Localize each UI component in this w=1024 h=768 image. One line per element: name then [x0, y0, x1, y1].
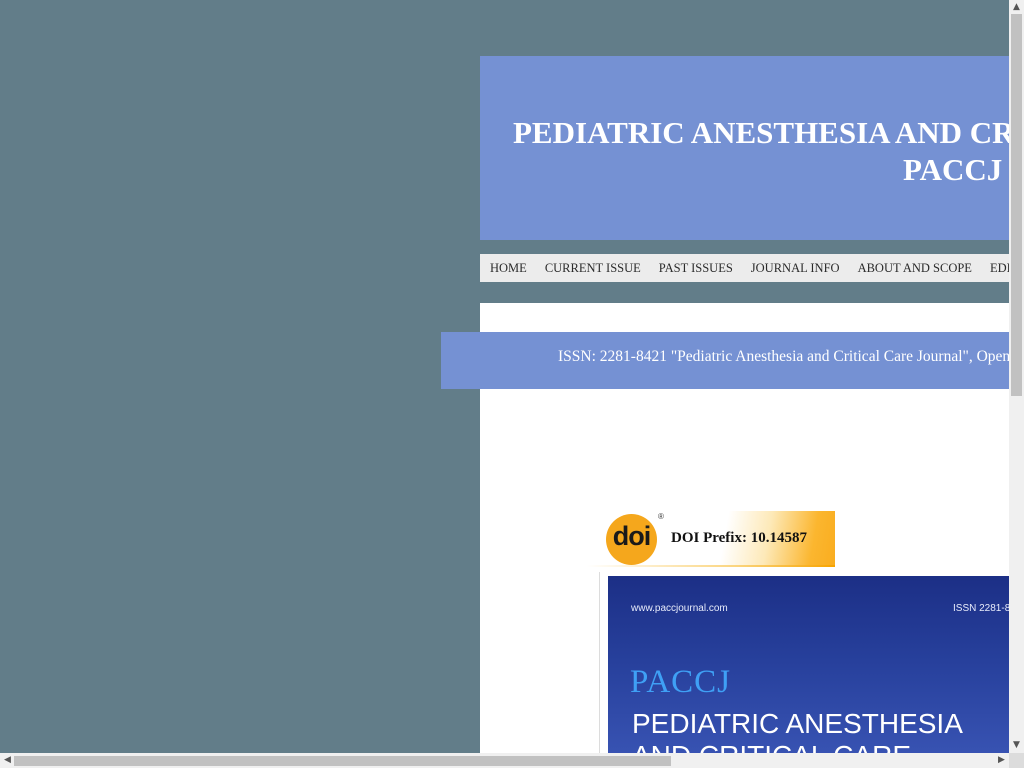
site-title-line2: PACCJ	[903, 152, 1003, 187]
nav-item-editorial-board[interactable]: EDITORIAL BOARD	[990, 261, 1009, 276]
doi-badge-underline	[587, 565, 835, 567]
vertical-scrollbar[interactable]: ▲ ▼	[1009, 0, 1024, 753]
nav-item-past-issues[interactable]: PAST ISSUES	[659, 261, 733, 276]
nav-item-about-and-scope[interactable]: ABOUT AND SCOPE	[858, 261, 972, 276]
doi-prefix-badge[interactable]: doi ® DOI Prefix: 10.14587	[587, 511, 835, 567]
registered-mark: ®	[658, 512, 664, 521]
cover-issn: ISSN 2281-8421	[953, 603, 1009, 614]
browser-viewport: PEDIATRIC ANESTHESIA AND CRITICAL CARE J…	[0, 0, 1009, 753]
scroll-up-arrow-icon[interactable]: ▲	[1009, 0, 1024, 15]
cover-divider	[599, 572, 600, 753]
horizontal-scroll-thumb[interactable]	[14, 756, 671, 766]
nav-item-current-issue[interactable]: CURRENT ISSUE	[545, 261, 641, 276]
main-nav: HOME CURRENT ISSUE PAST ISSUES JOURNAL I…	[480, 254, 1009, 282]
header-banner: PEDIATRIC ANESTHESIA AND CRITICAL CARE J…	[480, 56, 1009, 240]
journal-cover-image[interactable]: www.paccjournal.com ISSN 2281-8421 PACCJ…	[608, 576, 1009, 753]
cover-title-line2: AND CRITICAL CARE	[632, 740, 963, 753]
vertical-scroll-thumb[interactable]	[1011, 14, 1022, 396]
site-title: PEDIATRIC ANESTHESIA AND CRITICAL CARE J…	[513, 114, 1009, 188]
scroll-left-arrow-icon[interactable]: ◀	[0, 753, 15, 768]
cover-title: PEDIATRIC ANESTHESIA AND CRITICAL CARE	[632, 708, 963, 753]
nav-item-home[interactable]: HOME	[490, 261, 527, 276]
doi-prefix-text: DOI Prefix: 10.14587	[671, 530, 807, 546]
scroll-down-arrow-icon[interactable]: ▼	[1009, 738, 1024, 753]
cover-acronym: PACCJ	[630, 664, 732, 700]
issn-banner-text: ISSN: 2281-8421 "Pediatric Anesthesia an…	[558, 348, 1009, 365]
doi-logo-icon: doi ®	[606, 512, 664, 565]
cover-title-line1: PEDIATRIC ANESTHESIA	[632, 708, 963, 739]
nav-item-journal-info[interactable]: JOURNAL INFO	[751, 261, 840, 276]
scroll-right-arrow-icon[interactable]: ▶	[994, 753, 1009, 768]
site-title-line1: PEDIATRIC ANESTHESIA AND CRITICAL CARE J…	[513, 115, 1009, 150]
horizontal-scrollbar[interactable]: ◀ ▶	[0, 753, 1009, 768]
doi-logo-text: doi	[612, 521, 652, 551]
cover-url: www.paccjournal.com	[631, 603, 728, 614]
scrollbar-corner	[1009, 753, 1024, 768]
issn-banner: ISSN: 2281-8421 "Pediatric Anesthesia an…	[441, 332, 1009, 389]
